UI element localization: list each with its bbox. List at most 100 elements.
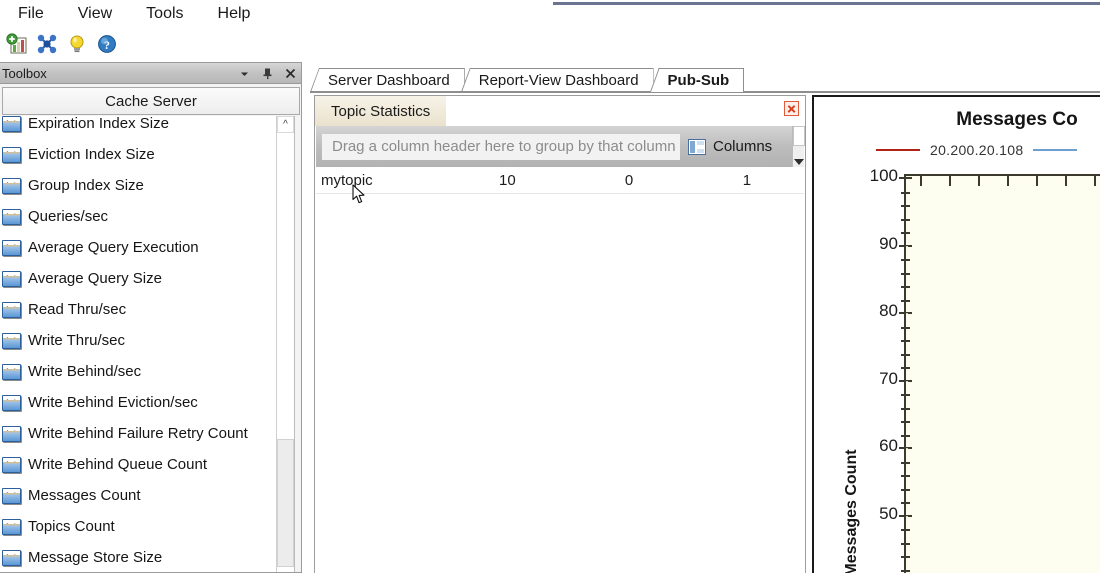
dashboard-tabstrip: Server Dashboard Report-View Dashboard Pub… [310, 62, 1100, 92]
tab-label: Server Dashboard [328, 72, 450, 89]
tab-report-view-dashboard[interactable]: Report-View Dashboard [460, 68, 654, 92]
area-chart-icon [2, 363, 21, 380]
table-cell-topic: mytopic [321, 171, 373, 189]
cache-server-group-header[interactable]: Cache Server [2, 87, 300, 115]
y-axis-major-tick [899, 177, 912, 179]
toolbox-item[interactable]: Expiration Index Size [0, 116, 277, 139]
chart-plot-area[interactable] [899, 174, 1100, 573]
toolbox-item[interactable]: Message Store Size [0, 542, 277, 572]
y-axis-tick-label: 100 [869, 166, 898, 185]
toolbox-item-label: Eviction Index Size [28, 146, 155, 163]
toolbox-title-controls [238, 63, 297, 83]
area-chart-icon [2, 332, 21, 349]
y-axis-tick-label: 70 [879, 368, 898, 388]
area-chart-icon [2, 487, 21, 504]
topic-statistics-header: Topic Statistics [315, 96, 805, 126]
topic-statistics-title[interactable]: Topic Statistics [315, 96, 447, 126]
toolbox-item[interactable]: Write Behind Failure Retry Count [0, 418, 277, 449]
topic-statistics-grid: mytopic 10 0 1 [316, 167, 804, 573]
toolbox-item[interactable]: Messages Count [0, 480, 277, 511]
new-chart-icon[interactable] [6, 33, 28, 55]
toolbox-item-label: Read Thru/sec [28, 301, 127, 318]
legend-label-series-1: 20.200.20.108 [930, 142, 1024, 158]
area-chart-icon [2, 146, 21, 163]
area-chart-icon [2, 549, 21, 566]
tab-label: Pub-Sub [667, 72, 730, 89]
area-chart-icon [2, 425, 21, 442]
y-axis-minor-tick [901, 461, 910, 464]
chart-title: Messages Co [956, 109, 1078, 130]
table-cell-col2: 10 [499, 171, 516, 189]
toolbox-item[interactable]: Write Thru/sec [0, 325, 277, 356]
table-cell-col3: 0 [624, 171, 634, 189]
tab-pub-sub[interactable]: Pub-Sub [649, 68, 745, 92]
background-window-edge [553, 2, 1100, 5]
toolbox-item[interactable]: Write Behind Queue Count [0, 449, 277, 480]
group-by-dropzone[interactable]: Drag a column header here to group by th… [322, 133, 680, 160]
help-icon[interactable]: ? [96, 33, 118, 55]
toolbox-item-list: Expiration Index Size Eviction Index Size… [0, 116, 277, 572]
table-row[interactable]: mytopic 10 0 1 [316, 167, 804, 194]
chart-legend: 20.200.20.108 [814, 142, 1100, 158]
y-axis-minor-tick [901, 326, 910, 329]
toolbox-item[interactable]: Write Behind Eviction/sec [0, 387, 277, 418]
grid-scrollbar-thumb[interactable] [793, 126, 805, 146]
scroll-down-arrow-icon[interactable] [794, 159, 804, 165]
group-by-bar: Drag a column header here to group by th… [316, 126, 794, 167]
toolbox-item-label: Group Index Size [28, 177, 144, 194]
y-axis-minor-tick [901, 259, 910, 261]
columns-button[interactable]: Columns [688, 138, 772, 155]
close-icon[interactable] [284, 67, 297, 80]
toolbox-item[interactable]: Average Query Size [0, 263, 277, 294]
chart-gridline [906, 515, 1100, 517]
toolbox-item-label: Message Store Size [28, 549, 163, 566]
lightbulb-icon[interactable] [66, 33, 88, 55]
y-axis-minor-tick [901, 272, 910, 275]
cluster-icon[interactable] [36, 33, 58, 55]
scroll-up-button[interactable]: ^ [277, 116, 294, 133]
toolbox-item-label: Write Thru/sec [28, 332, 125, 349]
menu-item-tools[interactable]: Tools [136, 3, 193, 25]
topic-statistics-close-icon[interactable] [784, 101, 799, 116]
toolbox-item-label: Write Behind Eviction/sec [28, 394, 198, 411]
area-chart-icon [2, 208, 21, 225]
y-axis-minor-tick [901, 434, 910, 437]
svg-text:?: ? [104, 38, 110, 52]
toolbox-item[interactable]: Group Index Size [0, 170, 277, 201]
content-area: Server Dashboard Report-View Dashboard Pub… [310, 62, 1100, 573]
pin-icon[interactable] [261, 67, 274, 80]
toolbox-item[interactable]: Average Query Execution [0, 232, 277, 263]
toolbox-panel: Toolbox Cache Server Expiration Index Si… [0, 62, 302, 573]
toolbox-title-label: Toolbox [2, 65, 47, 81]
toolbox-scrollbar[interactable]: ^ [276, 116, 294, 572]
area-chart-icon [2, 116, 21, 132]
toolbox-item-label: Write Behind/sec [28, 363, 142, 380]
chevron-up-glyph: ^ [283, 118, 288, 130]
toolbox-item-label: Messages Count [28, 487, 141, 504]
grid-vertical-scrollbar[interactable] [792, 126, 805, 167]
x-axis-tick [1007, 176, 1009, 186]
y-axis-minor-tick [901, 286, 910, 288]
toolbox-item[interactable]: Queries/sec [0, 201, 277, 232]
y-axis-minor-tick [901, 232, 910, 234]
tab-server-dashboard[interactable]: Server Dashboard [310, 68, 465, 92]
scrollbar-thumb[interactable] [277, 439, 294, 567]
toolbox-item[interactable]: Read Thru/sec [0, 294, 277, 325]
y-axis-minor-tick [901, 421, 910, 423]
menu-item-view[interactable]: View [68, 3, 122, 25]
area-chart-icon [2, 177, 21, 194]
y-axis-minor-tick [901, 205, 910, 207]
menu-item-help[interactable]: Help [208, 3, 261, 25]
chart-gridline [906, 448, 1100, 449]
chevron-down-icon[interactable] [238, 67, 251, 80]
toolbox-item[interactable]: Topics Count [0, 511, 277, 542]
legend-swatch-series-1 [876, 149, 920, 151]
menu-item-file[interactable]: File [8, 3, 54, 25]
toolbox-item[interactable]: Eviction Index Size [0, 139, 277, 170]
table-cell-col4: 1 [742, 171, 752, 189]
toolbox-item[interactable]: Write Behind/sec [0, 356, 277, 387]
area-chart-icon [2, 239, 21, 256]
y-axis-minor-tick [901, 191, 910, 194]
y-axis-minor-tick [901, 542, 910, 545]
y-axis-minor-tick [901, 299, 910, 302]
